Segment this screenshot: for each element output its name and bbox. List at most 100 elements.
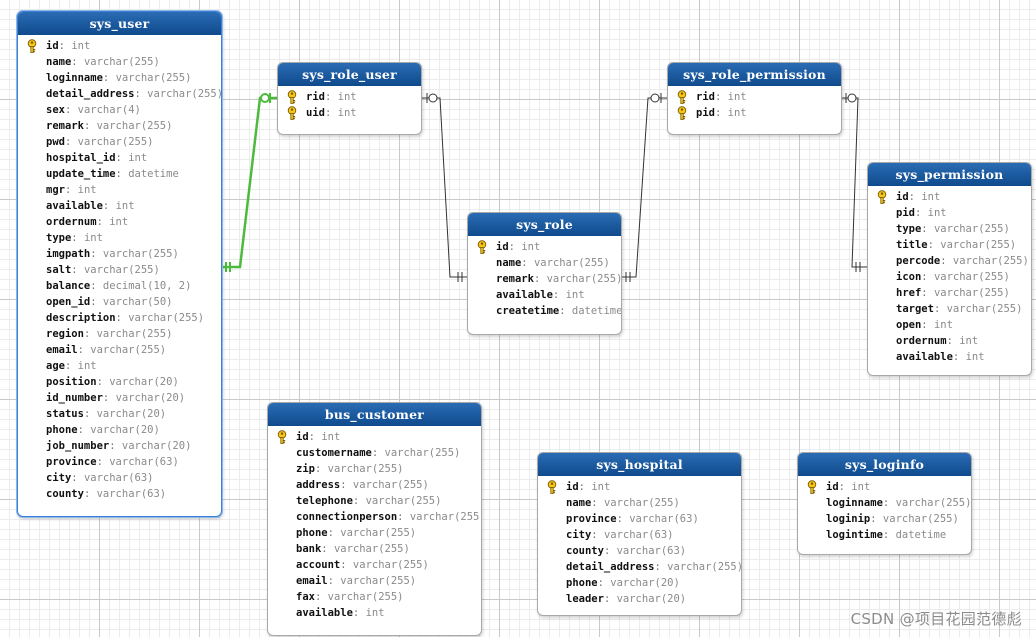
field-row[interactable]: province: varchar(63) [18,454,221,470]
entity-title[interactable]: bus_customer [268,403,481,426]
field-row[interactable]: remark: varchar(255) [18,118,221,134]
field-row[interactable]: city: varchar(63) [18,470,221,486]
field-row[interactable]: email: varchar(255) [268,573,481,589]
field-row[interactable]: ordernum: int [18,214,221,230]
er-diagram-canvas[interactable]: sys_user id: int name: varchar(255) loginna… [0,0,1036,637]
field-row[interactable]: name: varchar(255) [538,495,741,511]
field-row[interactable]: id: int [868,189,1031,205]
entity-sys-hospital[interactable]: sys_hospital id: int name: varchar(255) pro… [537,452,742,616]
field-row[interactable]: phone: varchar(20) [18,422,221,438]
field-row[interactable]: phone: varchar(255) [268,525,481,541]
entity-sys-role-user[interactable]: sys_role_user rid: int uid: int [277,62,422,135]
field-row[interactable]: region: varchar(255) [18,326,221,342]
field-row[interactable]: available: int [868,349,1031,365]
entity-title[interactable]: sys_hospital [538,453,741,476]
field-row[interactable]: createtime: datetime [468,303,621,319]
relation-sys-permission-to-sys-role-permission[interactable] [840,93,867,272]
field-row[interactable]: target: varchar(255) [868,301,1031,317]
field-row[interactable]: id: int [18,38,221,54]
field-row[interactable]: imgpath: varchar(255) [18,246,221,262]
entity-title[interactable]: sys_permission [868,163,1031,186]
entity-sys-user[interactable]: sys_user id: int name: varchar(255) loginna… [17,11,222,517]
field-row[interactable]: id: int [538,479,741,495]
field-row[interactable]: detail_address: varchar(255) [18,86,221,102]
field-row[interactable]: open: int [868,317,1031,333]
field-row[interactable]: loginip: varchar(255) [798,511,971,527]
field-row[interactable]: icon: varchar(255) [868,269,1031,285]
field-row[interactable]: description: varchar(255) [18,310,221,326]
field-type: varchar(255) [940,239,1017,251]
field-row[interactable]: name: varchar(255) [18,54,221,70]
field-row[interactable]: position: varchar(20) [18,374,221,390]
field-row[interactable]: hospital_id: int [18,150,221,166]
field-row[interactable]: id_number: varchar(20) [18,390,221,406]
field-row[interactable]: email: varchar(255) [18,342,221,358]
field-row[interactable]: status: varchar(20) [18,406,221,422]
entity-title[interactable]: sys_role_permission [668,63,841,86]
entity-title[interactable]: sys_loginfo [798,453,971,476]
field-row[interactable]: available: int [18,198,221,214]
entity-title[interactable]: sys_role_user [278,63,421,86]
entity-sys-role[interactable]: sys_role id: int name: varchar(255) remark:… [467,212,622,335]
field-type: int [337,107,357,119]
field-row[interactable]: mgr: int [18,182,221,198]
field-row[interactable]: sex: varchar(4) [18,102,221,118]
field-type: int [921,191,941,203]
field-row[interactable]: pid: int [668,105,841,121]
entity-sys-permission[interactable]: sys_permission id: int pid: int type: varch… [867,162,1032,376]
field-row[interactable]: phone: varchar(20) [538,575,741,591]
field-row[interactable]: customername: varchar(255) [268,445,481,461]
field-row[interactable]: open_id: varchar(50) [18,294,221,310]
entity-title[interactable]: sys_user [18,12,221,35]
field-row[interactable]: type: int [18,230,221,246]
field-row[interactable]: name: varchar(255) [468,255,621,271]
field-row[interactable]: county: varchar(63) [538,543,741,559]
field-row[interactable]: balance: decimal(10, 2) [18,278,221,294]
field-row[interactable]: logintime: datetime [798,527,971,543]
field-row[interactable]: pwd: varchar(255) [18,134,221,150]
field-type: int [591,481,611,493]
field-row[interactable]: pid: int [868,205,1031,221]
field-row[interactable]: age: int [18,358,221,374]
field-row[interactable]: city: varchar(63) [538,527,741,543]
field-row[interactable]: county: varchar(63) [18,486,221,502]
field-row[interactable]: title: varchar(255) [868,237,1031,253]
field-row[interactable]: id: int [798,479,971,495]
field-row[interactable]: id: int [268,429,481,445]
entity-title[interactable]: sys_role [468,213,621,236]
field-row[interactable]: available: int [468,287,621,303]
field-row[interactable]: href: varchar(255) [868,285,1031,301]
entity-sys-role-permission[interactable]: sys_role_permission rid: int pid: int [667,62,842,135]
field-row[interactable]: account: varchar(255) [268,557,481,573]
field-row[interactable]: available: int [268,605,481,621]
field-row[interactable]: job_number: varchar(20) [18,438,221,454]
field-row[interactable]: update_time: datetime [18,166,221,182]
field-row[interactable]: province: varchar(63) [538,511,741,527]
field-row[interactable]: bank: varchar(255) [268,541,481,557]
field-row[interactable]: address: varchar(255) [268,477,481,493]
field-row[interactable]: type: varchar(255) [868,221,1031,237]
field-row[interactable]: fax: varchar(255) [268,589,481,605]
field-row[interactable]: loginname: varchar(255) [798,495,971,511]
relation-sys-user-to-sys-role-user[interactable] [220,93,277,272]
field-row[interactable]: percode: varchar(255) [868,253,1031,269]
field-row[interactable]: telephone: varchar(255) [268,493,481,509]
field-separator: : [603,545,617,557]
entity-bus-customer[interactable]: bus_customer id: int customername: varchar… [267,402,482,636]
field-row[interactable]: uid: int [278,105,421,121]
field-row[interactable]: ordernum: int [868,333,1031,349]
field-row[interactable]: salt: varchar(255) [18,262,221,278]
field-row[interactable]: leader: varchar(20) [538,591,741,607]
field-row[interactable]: connectionperson: varchar(255) [268,509,481,525]
field-row[interactable]: loginname: varchar(255) [18,70,221,86]
field-separator: : [908,191,922,203]
relation-sys-role-to-sys-role-permission[interactable] [620,93,667,282]
field-row[interactable]: rid: int [278,89,421,105]
field-row[interactable]: rid: int [668,89,841,105]
field-row[interactable]: detail_address: varchar(255) [538,559,741,575]
field-row[interactable]: remark: varchar(255) [468,271,621,287]
field-row[interactable]: id: int [468,239,621,255]
entity-sys-loginfo[interactable]: sys_loginfo id: int loginname: varchar(255… [797,452,972,555]
field-row[interactable]: zip: varchar(255) [268,461,481,477]
relation-sys-role-to-sys-role-user[interactable] [420,93,467,282]
